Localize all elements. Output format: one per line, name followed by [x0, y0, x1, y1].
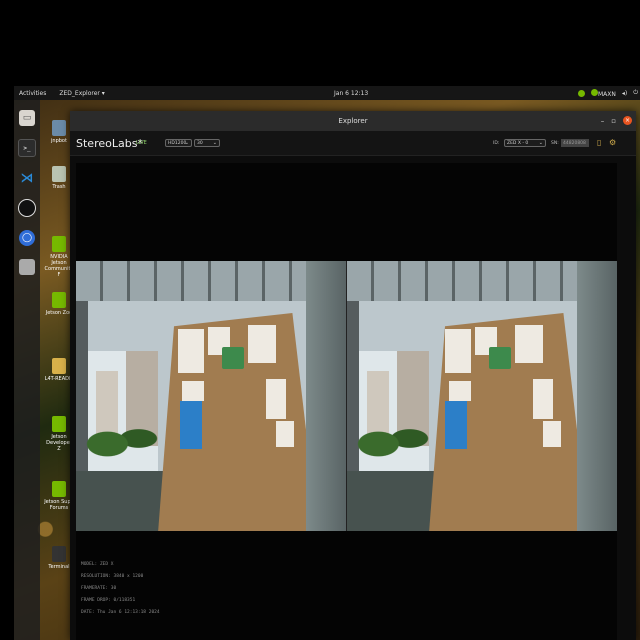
camera-record-icon[interactable]: ▯: [597, 138, 605, 147]
system-tray[interactable]: MAXN ◂) ⏻: [578, 88, 638, 98]
nvidia-icon: [52, 236, 66, 252]
camera-id-value: ZED X - 0: [507, 140, 529, 146]
power-icon[interactable]: ⏻: [633, 89, 638, 97]
gear-icon[interactable]: ⚙: [609, 138, 617, 147]
id-label: ID:: [493, 141, 500, 146]
vscode-icon[interactable]: ⋊: [19, 170, 35, 186]
live-badge: LIVE: [136, 140, 147, 146]
close-button[interactable]: ×: [623, 116, 632, 125]
right-camera-view: [347, 261, 617, 531]
chevron-down-icon: ⌄: [184, 140, 189, 146]
camera-id-select[interactable]: ZED X - 0 ⌄: [504, 139, 546, 147]
chevron-down-icon: ⌄: [212, 140, 217, 146]
desktop-screen: Activities ZED_Explorer ▾ Jan 6 12:13 MA…: [14, 86, 640, 640]
resolution-value: HD1200: [168, 140, 187, 146]
volume-icon[interactable]: ◂): [622, 90, 627, 97]
nvidia-icon[interactable]: [578, 89, 585, 97]
nvidia-icon: [52, 481, 66, 497]
explorer-window: Explorer – ▫ × StereoLabs* LIVE HD1200 ⌄…: [70, 111, 636, 640]
fps-value: 30: [197, 140, 203, 146]
power-mode-indicator[interactable]: MAXN: [591, 88, 616, 98]
clock[interactable]: Jan 6 12:13: [334, 90, 368, 97]
dock: ▭ >_ ⋊ ◯: [14, 100, 40, 640]
nvidia-icon: [52, 416, 66, 432]
stereo-video-viewer[interactable]: [76, 261, 617, 531]
obs-icon[interactable]: [18, 199, 36, 217]
info-framerate: FRAMERATE: 30: [81, 586, 117, 591]
nvidia-icon: [52, 292, 66, 308]
activities-button[interactable]: Activities: [19, 90, 46, 97]
explorer-toolbar: StereoLabs* LIVE HD1200 ⌄ 30 ⌄ ID: ZED X…: [70, 131, 636, 156]
resolution-select[interactable]: HD1200 ⌄: [165, 139, 192, 147]
info-frame-drop: FRAME DROP: 0/118351: [81, 598, 136, 603]
left-camera-view: [76, 261, 346, 531]
document-icon: [52, 358, 66, 374]
minimize-button[interactable]: –: [601, 117, 605, 125]
sn-label: SN:: [551, 141, 559, 146]
files-icon[interactable]: ▭: [19, 110, 35, 126]
trash-icon: [52, 166, 66, 182]
folder-icon: [52, 120, 66, 136]
fps-select[interactable]: 30 ⌄: [194, 139, 220, 147]
camera-info-panel: MODEL: ZED X RESOLUTION: 3840 x 1200 FRA…: [81, 559, 160, 619]
terminal-icon: [52, 546, 66, 562]
chevron-down-icon: ⌄: [538, 140, 543, 146]
chromium-icon[interactable]: ◯: [19, 230, 35, 246]
top-bar: Activities ZED_Explorer ▾ Jan 6 12:13 MA…: [14, 86, 640, 100]
maximize-button[interactable]: ▫: [611, 117, 616, 125]
info-model: MODEL: ZED X: [81, 562, 114, 567]
stereolabs-logo: StereoLabs*: [76, 137, 143, 150]
serial-number-field[interactable]: 44820808: [561, 139, 589, 147]
terminal-icon[interactable]: >_: [18, 139, 36, 157]
power-mode-icon: [591, 88, 598, 96]
info-date: DATE: Thu Jan 6 12:13:18 2024: [81, 610, 160, 615]
power-mode-label: MAXN: [598, 90, 616, 98]
disk-icon[interactable]: [19, 259, 35, 275]
app-menu[interactable]: ZED_Explorer ▾: [59, 90, 104, 97]
window-title: Explorer: [338, 117, 368, 125]
explorer-content: MODEL: ZED X RESOLUTION: 3840 x 1200 FRA…: [76, 163, 617, 640]
window-titlebar[interactable]: Explorer – ▫ ×: [70, 111, 636, 131]
info-resolution: RESOLUTION: 3840 x 1200: [81, 574, 144, 579]
